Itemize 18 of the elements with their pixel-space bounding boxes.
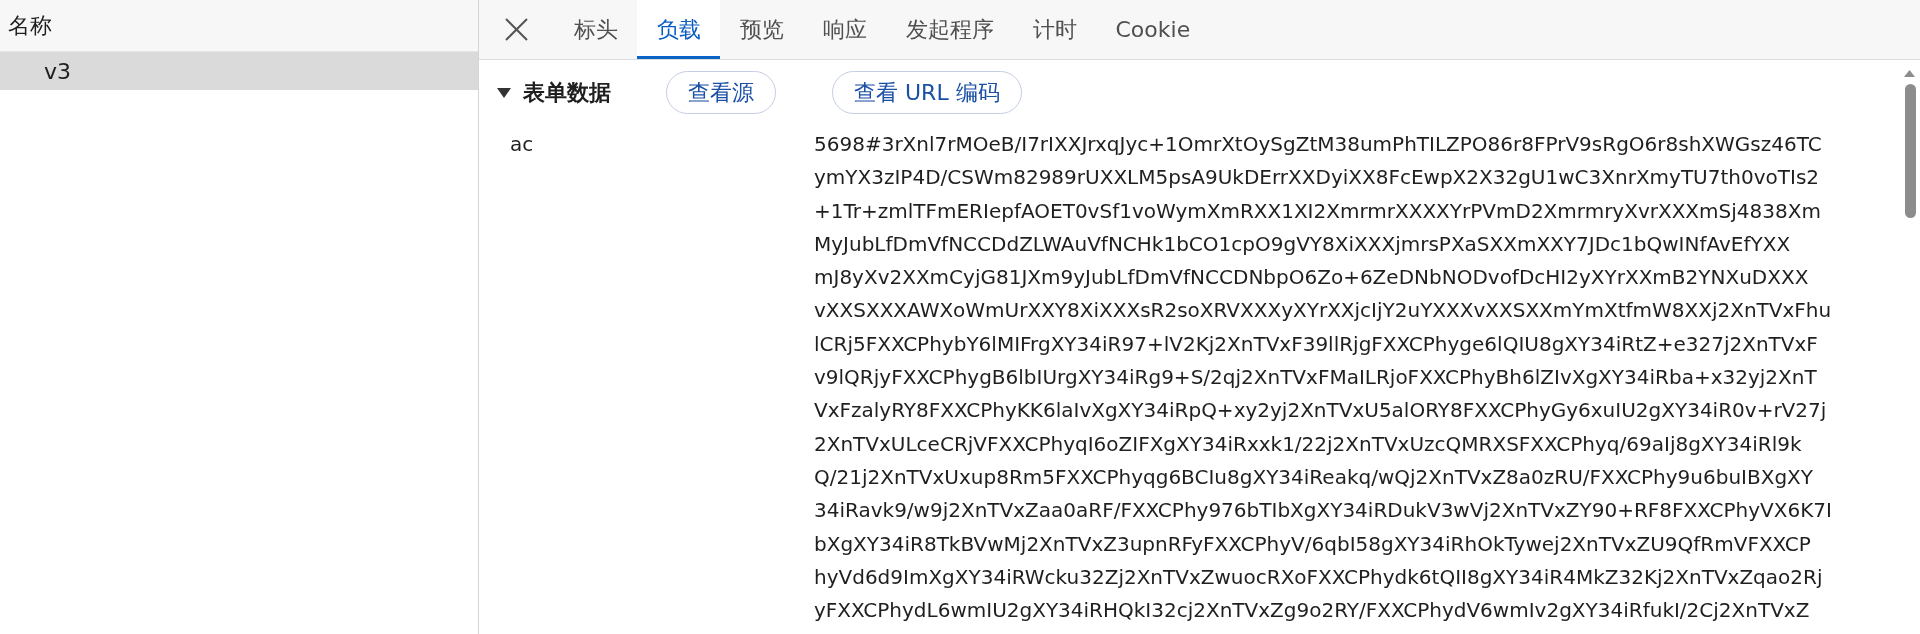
column-header[interactable]: 名称 [0, 0, 478, 52]
detail-tab[interactable]: 标头 [554, 0, 637, 59]
detail-tab[interactable]: 预览 [720, 0, 803, 59]
close-icon [504, 18, 528, 41]
section-title: 表单数据 [523, 78, 611, 107]
field-name: ac [510, 131, 535, 158]
detail-tab[interactable]: 负载 [637, 0, 720, 59]
scrollbar-thumb[interactable] [1905, 84, 1916, 218]
scroll-up-arrow-icon[interactable] [1904, 70, 1915, 77]
detail-tab[interactable]: 响应 [803, 0, 886, 59]
detail-tab[interactable]: Cookie [1096, 0, 1210, 59]
expanded-triangle-icon[interactable] [497, 87, 511, 98]
field-value: 5698#3rXnl7rMOeB/I7rIXXJrxqJyc+1OmrXtOySgZtM38umPhTILZPO86r8FPrV9sRgO6r8shXWGsz46TC ymYX3zIP4D/CSWm82989rUXXLM5psA9UkDErrXXDyiXX8FcEwpX2X32gU1wC3XnrXmyTU7th0voTIs2 +1Tr+zmlTFmERIepfAOET0vSf1voWymXmRXX1XI2XmrmrXXXXYrPVmD2XmrmryXvrXXXmSj4838Xm MyJubLfDmVfNCCDdZLWAuVfNCHk1bCO1cpO9gVY8XiXXXjmrsPXaSXXmXXY7JDc1bQwINfAvEfYXX mJ8yXv2XXmCyjG81JXm9yJubLfDmVfNCCDNbpO6Zo+6ZeDNbNODvofDcHI2yXYrXXmB2YNXuDXXX vXXSXXXAWXoWmUrXXY8XiXXXsR2soXRVXXXyXYrXXjcIjY2uYXXXvXXSXXmYmXtfmW8XXj2XnTVxFhu lCRj5FXXCPhybY6lMIFrgXY34iR97+lV2Kj2XnTVxF39llRjgFXXCPhyge6lQIU8gXY34iRtZ+e327j2XnTVxF v9lQRjyFXXCPhygB6lbIUrgXY34iRg9+S/2qj2XnTVxFMaILRjoFXXCPhyBh6lZIvXgXY34iRba+x32yj2XnT VxFzalyRY8FXXCPhyKK6laIvXgXY34iRpQ+xy2yj2XnTVxU5alORY8FXXCPhyGy6xuIU2gXY34iR0v+rV27j 2XnTVxULceCRjVFXXCPhyqI6oZIFXgXY34iRxxk1/22j2XnTVxUzcQMRXSFXXCPhyq/69aIj8gXY34iRl9k Q/21j2XnTVxUxup8Rm5FXXCPhyqg6BCIu8gXY34iReakq/wQj2XnTVxZ8a0zRU/FXXCPhy9u6buIBXgXY 34iRavk9/w9j2XnTVxZaa0aRF/FXXCPhy976bTIbXgXY34iRDukV3wVj2XnTVxZY90+RF8FXXCPhyVX6K7I bXgXY34iR8TkBVwMj2XnTVxZ3upnRFyFXXCPhyV/6qbI58gXY34iRhOkTywej2XnTVxZU9QfRmVFXXCP hyVd6d9ImXgXY34iRWcku32Zj2XnTVxZwuocRXoFXXCPhydk6tQII8gXY34iR4MkZ32Kj2XnTVxZqao2Rj yFXXCPhydL6wmIU2gXY34iRHQkI32cj2XnTVxZg9o2RY/FXXCPhydV6wmIv2gXY34iRfukI/2Cj2XnTVxZ [814, 131, 1832, 625]
view-option-button[interactable]: 查看源 [666, 71, 776, 114]
view-option-button[interactable]: 查看 URL 编码 [832, 71, 1022, 114]
detail-tab[interactable]: 发起程序 [886, 0, 1013, 59]
detail-tab[interactable]: 计时 [1013, 0, 1096, 59]
request-row[interactable]: v3 [0, 52, 478, 90]
